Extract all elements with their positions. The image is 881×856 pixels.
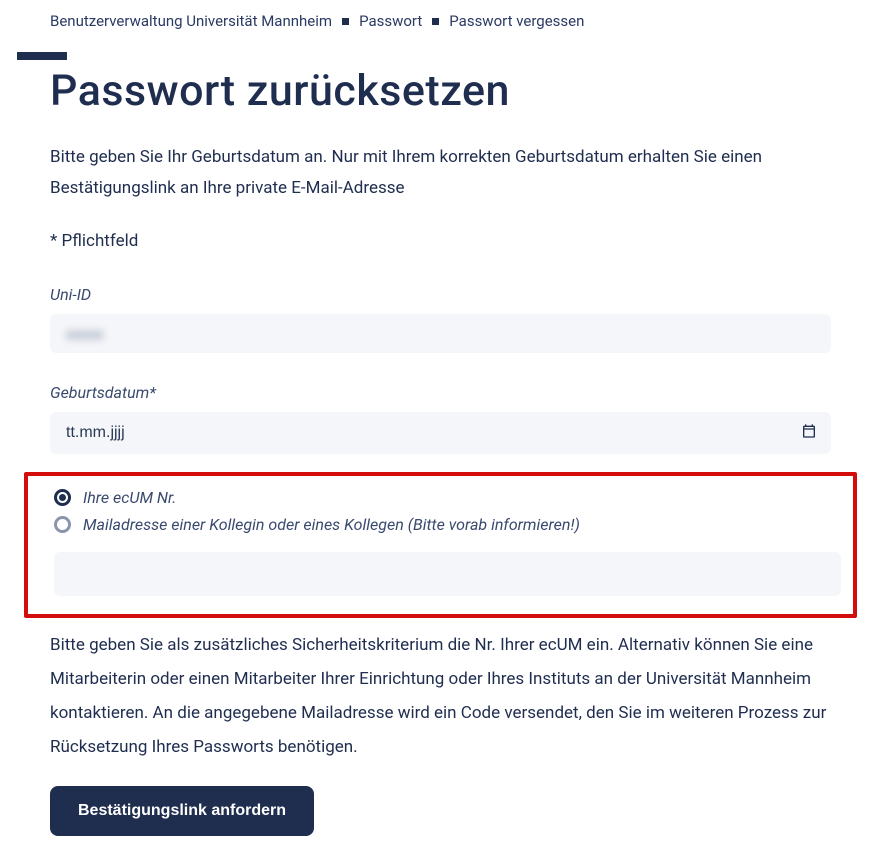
- dob-label: Geburtsdatum*: [50, 383, 831, 402]
- intro-text: Bitte geben Sie Ihr Geburtsdatum an. Nur…: [50, 142, 831, 203]
- help-text: Bitte geben Sie als zusätzliches Sicherh…: [50, 628, 831, 764]
- page-title: Passwort zurücksetzen: [50, 66, 831, 116]
- breadcrumb-separator-icon: [432, 18, 439, 25]
- radio-label-ecum: Ihre ecUM Nr.: [83, 488, 176, 507]
- uni-id-field[interactable]: xxxxx: [50, 314, 831, 353]
- breadcrumb-separator-icon: [342, 18, 349, 25]
- dob-input[interactable]: [50, 412, 831, 454]
- radio-selected-icon: [54, 489, 71, 506]
- breadcrumb-item-2[interactable]: Passwort: [359, 12, 422, 30]
- required-note: * Pflichtfeld: [50, 231, 831, 251]
- uni-id-value: xxxxx: [66, 325, 103, 343]
- radio-option-mail[interactable]: Mailadresse einer Kollegin oder eines Ko…: [40, 515, 841, 534]
- uni-id-label: Uni-ID: [50, 285, 831, 304]
- radio-option-ecum[interactable]: Ihre ecUM Nr.: [40, 488, 841, 507]
- breadcrumb-item-3: Passwort vergessen: [449, 12, 584, 30]
- radio-label-mail: Mailadresse einer Kollegin oder eines Ko…: [83, 515, 580, 534]
- security-option-highlight: Ihre ecUM Nr. Mailadresse einer Kollegin…: [24, 472, 857, 618]
- radio-unselected-icon: [54, 516, 71, 533]
- breadcrumb: Benutzerverwaltung Universität Mannheim …: [0, 0, 881, 48]
- security-value-input[interactable]: [54, 552, 841, 596]
- accent-bar: [17, 52, 67, 60]
- breadcrumb-item-1[interactable]: Benutzerverwaltung Universität Mannheim: [50, 12, 332, 30]
- submit-button[interactable]: Bestätigungslink anfordern: [50, 786, 314, 836]
